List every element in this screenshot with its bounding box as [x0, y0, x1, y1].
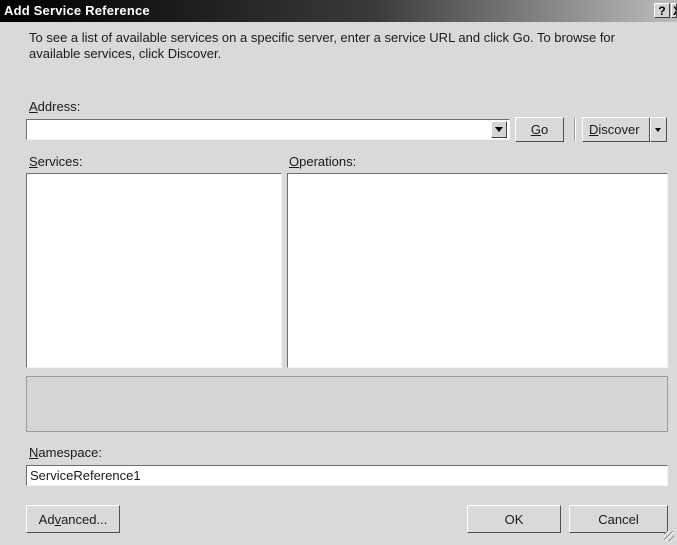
status-message-panel — [26, 376, 668, 432]
cancel-button[interactable]: Cancel — [569, 505, 668, 533]
ok-button[interactable]: OK — [467, 505, 561, 533]
services-label: Services: — [29, 154, 83, 169]
operations-label: Operations: — [289, 154, 357, 169]
close-button[interactable]: X — [671, 3, 677, 18]
operations-list[interactable] — [287, 173, 668, 368]
namespace-label: Namespace: — [29, 445, 102, 460]
toolbar-divider — [574, 118, 576, 141]
advanced-button[interactable]: Advanced... — [26, 505, 120, 533]
go-button[interactable]: Go — [515, 117, 564, 142]
address-dropdown-button[interactable] — [491, 121, 507, 138]
address-label: Address: — [29, 99, 81, 114]
discover-dropdown-button[interactable] — [650, 117, 667, 142]
help-button[interactable]: ? — [654, 3, 670, 18]
address-combobox[interactable] — [26, 119, 510, 140]
services-list[interactable] — [26, 173, 282, 368]
title-bar[interactable]: Add Service Reference ? X — [0, 0, 677, 22]
chevron-down-icon — [495, 127, 503, 132]
resize-grip[interactable] — [664, 531, 674, 541]
namespace-input[interactable]: ServiceReference1 — [30, 468, 141, 483]
window-title: Add Service Reference — [4, 3, 150, 18]
discover-button[interactable]: Discover — [582, 117, 650, 142]
namespace-field[interactable]: ServiceReference1 — [26, 465, 668, 486]
chevron-down-icon — [655, 128, 661, 132]
instructions-text: To see a list of available services on a… — [29, 30, 615, 61]
